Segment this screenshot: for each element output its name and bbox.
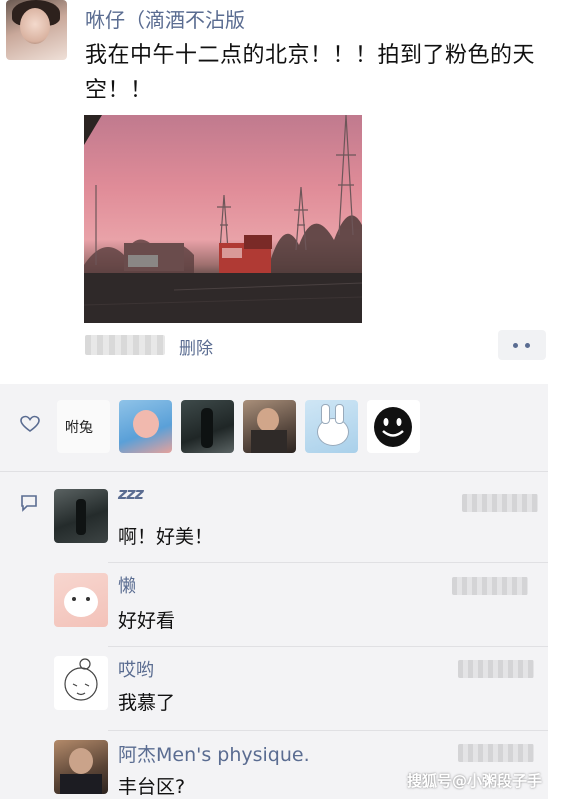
- like-avatar-3[interactable]: [181, 400, 234, 453]
- dot-icon: [525, 343, 530, 348]
- commenter-avatar[interactable]: [54, 573, 108, 627]
- sketch-girl-icon: [64, 658, 98, 701]
- likes-divider: [0, 471, 548, 472]
- delete-button[interactable]: 删除: [179, 334, 213, 359]
- calligraphy-logo: 咐兔: [65, 420, 93, 436]
- author-avatar[interactable]: [6, 0, 67, 60]
- comment-text: 啊！好美！: [118, 526, 214, 548]
- comment-divider: [108, 730, 548, 731]
- post-timestamp: [85, 335, 165, 355]
- commenter-name[interactable]: zzz: [118, 484, 144, 503]
- pink-sky-street-scene: [84, 115, 362, 323]
- comment-text: 好好看: [118, 610, 176, 632]
- like-avatar-5[interactable]: [305, 400, 358, 453]
- commenter-avatar[interactable]: [54, 740, 108, 794]
- comment-timestamp: [458, 660, 534, 678]
- author-name[interactable]: 咻仔（滴酒不沾版: [85, 4, 245, 33]
- dot-icon: [513, 343, 518, 348]
- like-avatar-1[interactable]: 咐兔: [57, 400, 110, 453]
- more-options-button[interactable]: [498, 330, 546, 360]
- smiley-icon: [374, 407, 412, 447]
- like-avatar-2[interactable]: [119, 400, 172, 453]
- comment-timestamp: [458, 744, 534, 762]
- heart-icon: [20, 415, 40, 438]
- like-avatar-6[interactable]: [367, 400, 420, 453]
- like-avatar-4[interactable]: [243, 400, 296, 453]
- comment-divider: [108, 646, 548, 647]
- watermark: 搜狐号@小粥段子手: [407, 772, 543, 790]
- commenter-avatar[interactable]: [54, 656, 108, 710]
- commenter-name[interactable]: 阿杰Men's physique.: [118, 740, 310, 767]
- commenter-avatar[interactable]: [54, 489, 108, 543]
- comment-timestamp: [462, 494, 538, 512]
- post-photo[interactable]: [84, 115, 362, 323]
- comment-text: 我慕了: [118, 692, 176, 714]
- commenter-name[interactable]: 哎哟: [118, 656, 154, 682]
- comment-icon: [20, 494, 38, 516]
- comment-divider: [108, 562, 548, 563]
- comment-text: 丰台区?: [118, 776, 186, 798]
- comment-timestamp: [452, 577, 528, 595]
- commenter-name[interactable]: 懒: [118, 572, 136, 598]
- post-text: 我在中午十二点的北京！！！拍到了粉色的天空！！: [85, 43, 536, 103]
